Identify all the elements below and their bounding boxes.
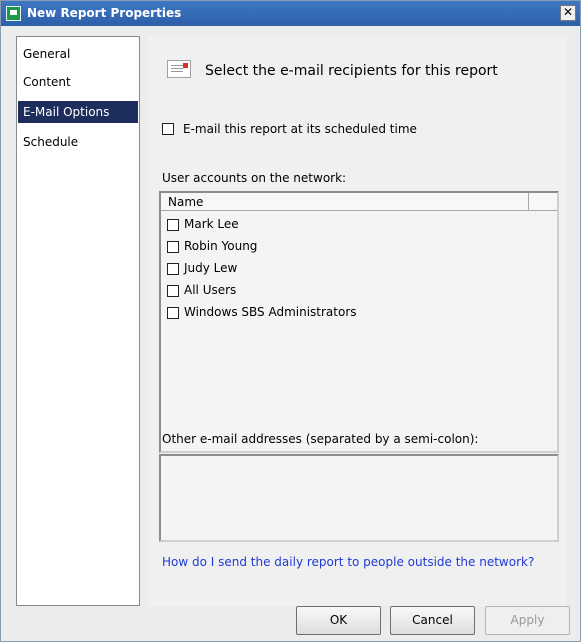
user-checkbox[interactable] (167, 285, 179, 297)
panel-heading: Select the e-mail recipients for this re… (205, 63, 498, 79)
user-name: All Users (184, 283, 237, 297)
user-name: Mark Lee (184, 217, 239, 231)
column-header-extra[interactable] (529, 193, 557, 210)
user-name: Judy Lew (184, 261, 238, 275)
cancel-button[interactable]: Cancel (390, 606, 475, 635)
help-link[interactable]: How do I send the daily report to people… (162, 555, 534, 569)
email-icon (167, 60, 191, 78)
email-schedule-checkbox[interactable] (162, 123, 174, 135)
user-checkbox[interactable] (167, 241, 179, 253)
column-header-name[interactable]: Name (161, 193, 529, 210)
close-button[interactable]: ✕ (560, 5, 576, 21)
nav-item-schedule[interactable]: Schedule (18, 131, 138, 153)
user-name: Robin Young (184, 239, 258, 253)
other-addresses-field[interactable] (159, 454, 559, 542)
list-header: Name (161, 193, 557, 211)
title-bar[interactable]: New Report Properties ✕ (1, 1, 580, 26)
nav-item-general[interactable]: General (18, 43, 138, 65)
other-addresses-label: Other e-mail addresses (separated by a s… (162, 432, 479, 446)
user-name: Windows SBS Administrators (184, 305, 357, 319)
window-title: New Report Properties (27, 6, 182, 20)
email-options-panel: Select the e-mail recipients for this re… (148, 36, 566, 606)
category-nav: General Content E-Mail Options Schedule (16, 36, 140, 606)
apply-button[interactable]: Apply (485, 606, 570, 635)
report-app-icon (6, 6, 21, 21)
user-checkbox[interactable] (167, 263, 179, 275)
nav-item-email-options[interactable]: E-Mail Options (18, 101, 138, 123)
email-schedule-label: E-mail this report at its scheduled time (183, 122, 417, 136)
user-checkbox[interactable] (167, 307, 179, 319)
user-checkbox[interactable] (167, 219, 179, 231)
ok-button[interactable]: OK (296, 606, 381, 635)
user-accounts-list[interactable]: Name Mark Lee Robin Young Judy Lew All U… (159, 191, 559, 453)
dialog-window: New Report Properties ✕ General Content … (0, 0, 581, 642)
user-accounts-label: User accounts on the network: (162, 171, 347, 185)
nav-item-content[interactable]: Content (18, 71, 138, 93)
